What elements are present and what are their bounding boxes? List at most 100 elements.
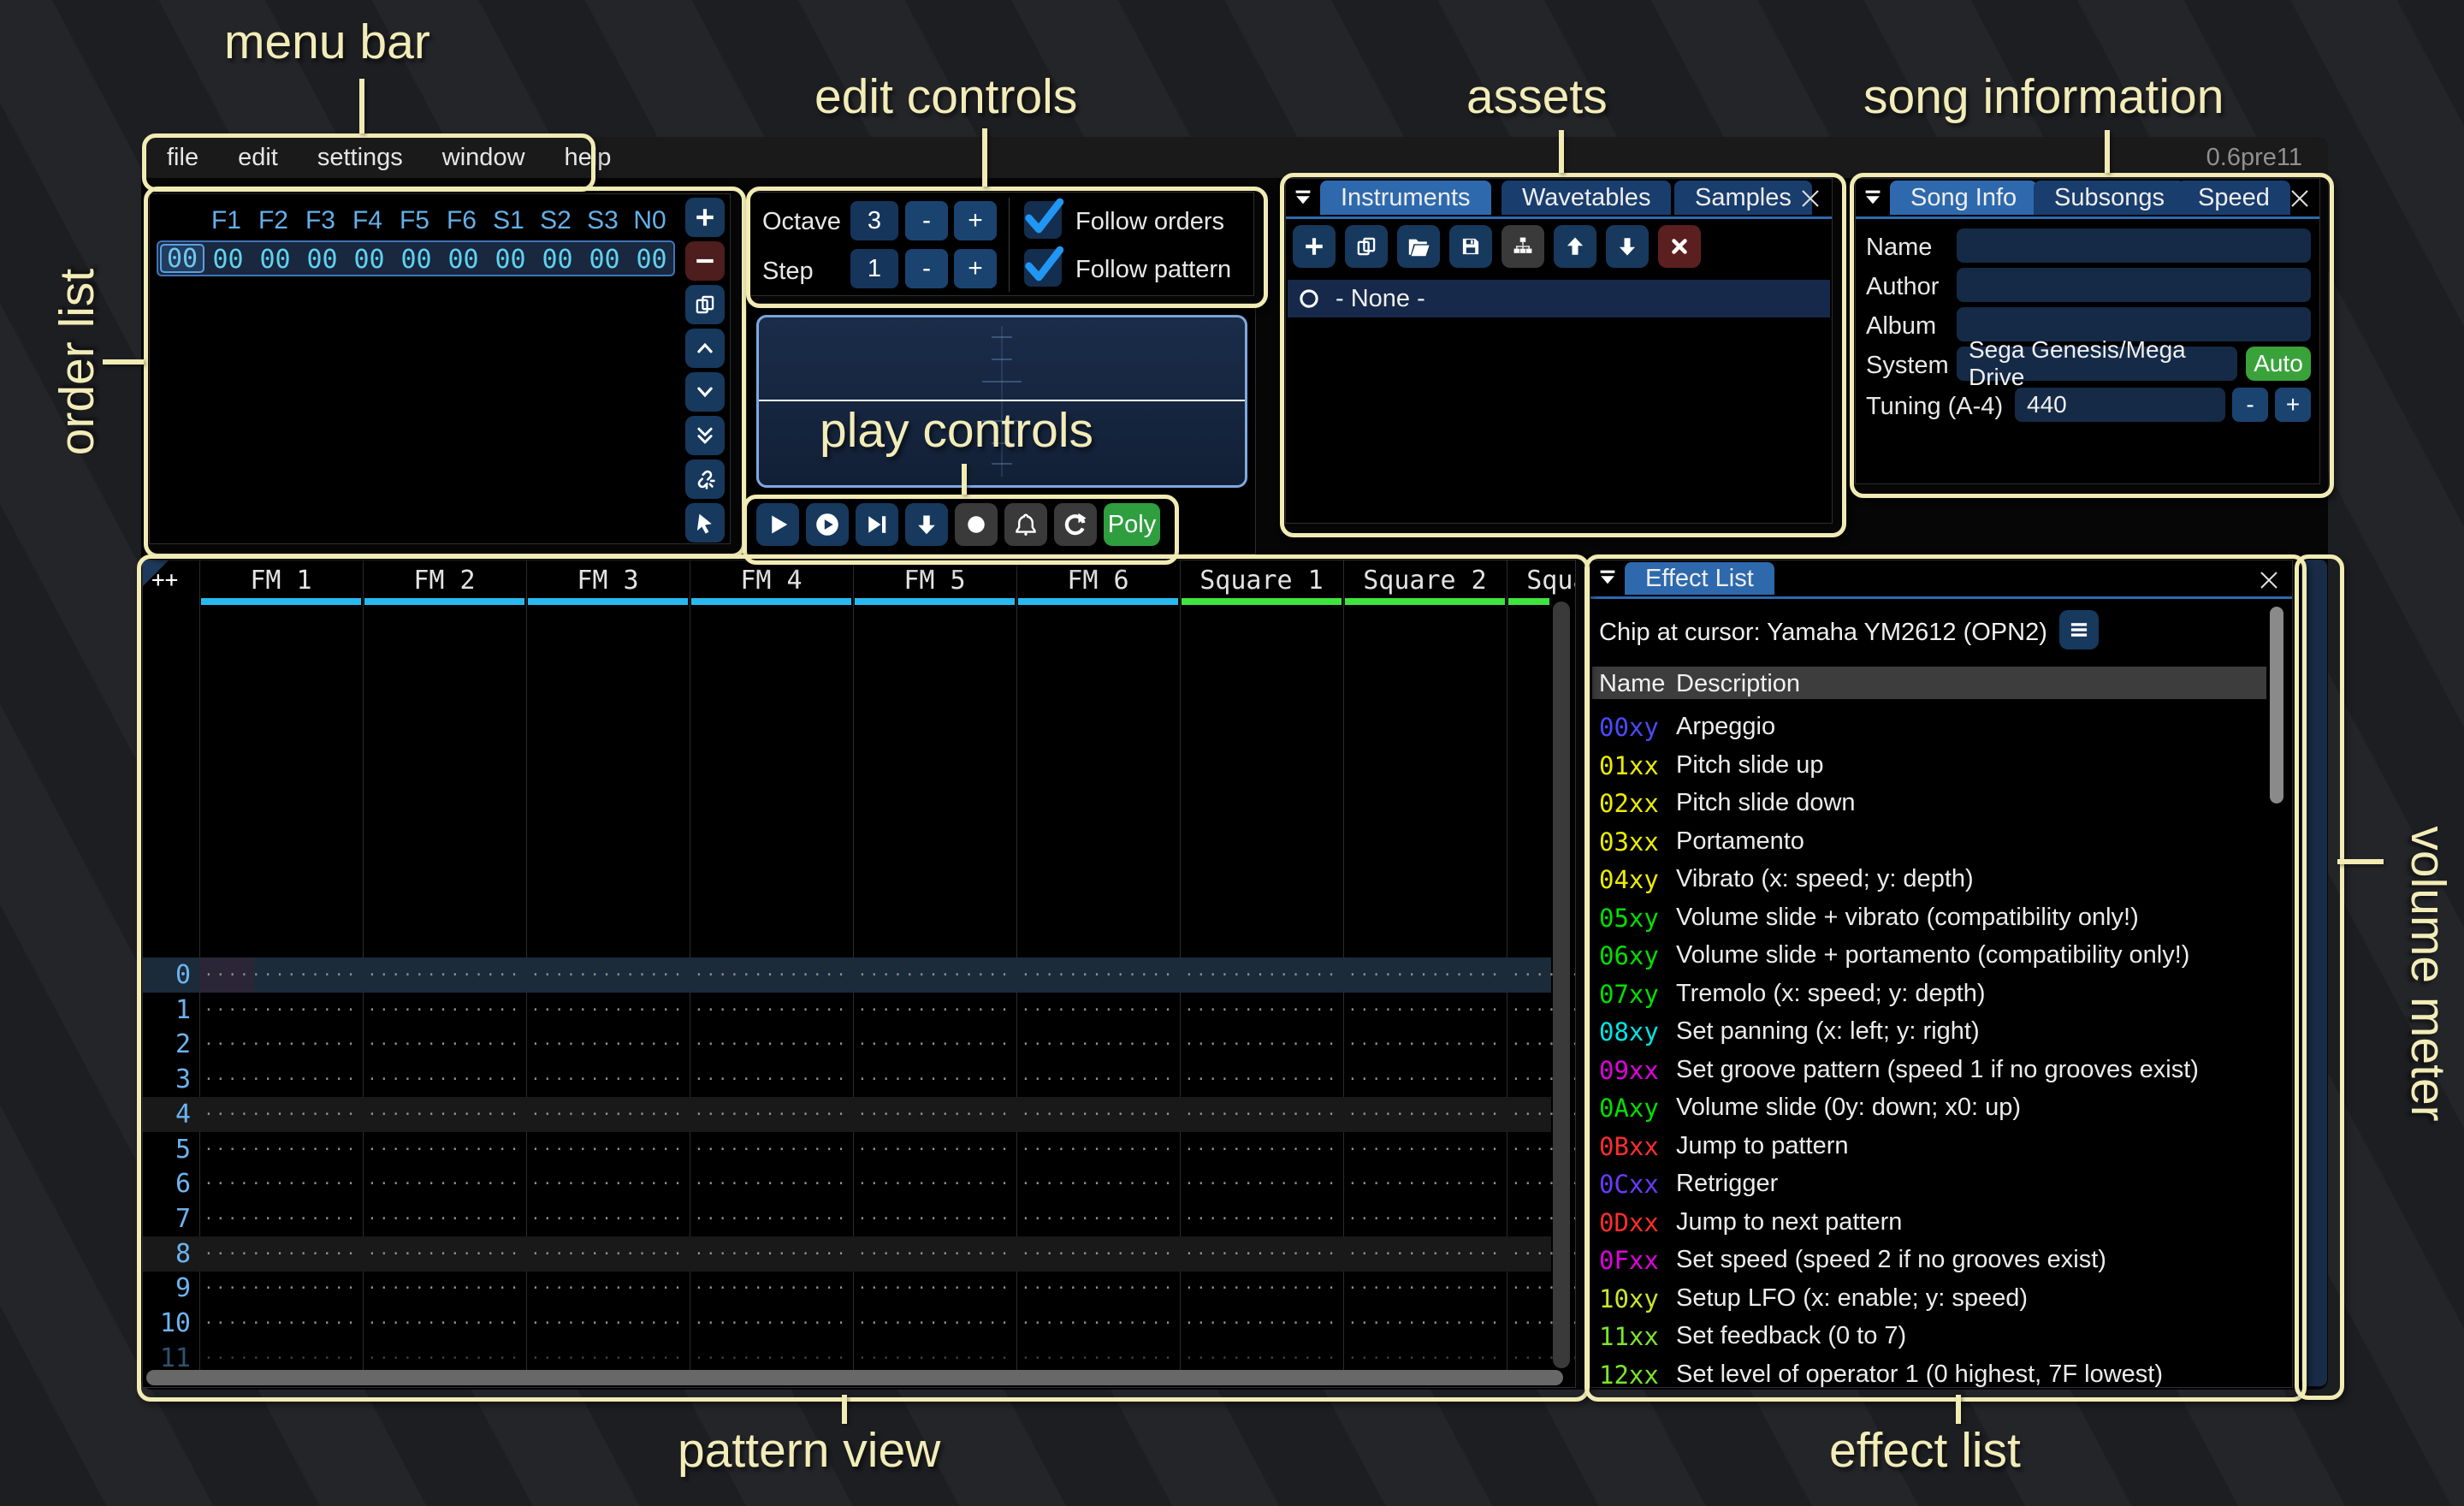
order-cell[interactable]: 00 (346, 245, 393, 275)
pattern-cell[interactable]: ············· (199, 1027, 363, 1062)
order-row-index[interactable]: 00 (160, 244, 204, 273)
pattern-cell[interactable]: ············· (853, 1271, 1016, 1306)
pattern-cell[interactable]: ············· (1016, 993, 1180, 1028)
pattern-cell[interactable]: ············· (526, 1201, 690, 1236)
tuning-minus-button[interactable]: - (2232, 388, 2268, 422)
pattern-cell[interactable]: ············· (1343, 993, 1507, 1028)
pattern-cell[interactable]: ············· (1180, 1236, 1343, 1272)
play-button[interactable] (756, 503, 799, 546)
pattern-cell[interactable]: ············· (690, 958, 853, 993)
channel-header[interactable]: FM 3 (526, 566, 690, 596)
collapse-icon[interactable] (1293, 187, 1313, 208)
pattern-cell[interactable]: ············· (363, 1132, 526, 1167)
channel-header[interactable]: Square 3 (1507, 566, 1576, 596)
step-minus-button[interactable]: - (905, 249, 948, 288)
pattern-cell[interactable]: ············· (853, 1097, 1016, 1132)
pattern-cell[interactable]: ············· (199, 1132, 363, 1167)
instrument-list-item[interactable]: - None - (1288, 280, 1830, 317)
metronome-button[interactable] (1004, 503, 1047, 546)
pattern-row[interactable]: 5·······································… (143, 1132, 1551, 1167)
tab-wavetables[interactable]: Wavetables (1502, 181, 1671, 215)
order-deep-clone-button[interactable] (685, 460, 725, 499)
pattern-cell[interactable]: ············· (690, 1097, 853, 1132)
tuning-plus-button[interactable]: + (2275, 388, 2311, 422)
channel-header[interactable]: FM 6 (1016, 566, 1180, 596)
pattern-cell[interactable]: ············· (1180, 1062, 1343, 1097)
pattern-cell[interactable]: ············· (1180, 1132, 1343, 1167)
pattern-cell[interactable]: ············· (526, 1236, 690, 1272)
author-field[interactable] (1957, 268, 2311, 302)
effect-list-scrollbar[interactable] (2270, 607, 2283, 803)
pattern-expand-control[interactable]: ++ (151, 567, 178, 593)
pattern-row[interactable]: 9·······································… (143, 1271, 1551, 1306)
pattern-cell[interactable]: ············· (1016, 1201, 1180, 1236)
order-row-selected[interactable]: 00 00 00 00 00 00 00 00 00 00 00 (157, 240, 675, 276)
pattern-row[interactable]: 8·······································… (143, 1236, 1551, 1272)
play-from-start-button[interactable] (806, 503, 849, 546)
pattern-cell[interactable]: ············· (363, 1166, 526, 1201)
pattern-cell[interactable]: ············· (199, 1062, 363, 1097)
pattern-cell[interactable]: ············· (690, 993, 853, 1028)
octave-plus-button[interactable]: + (954, 201, 997, 240)
pattern-cell[interactable]: ············· (690, 1201, 853, 1236)
pattern-horizontal-scrollbar[interactable] (146, 1370, 1563, 1385)
tab-song-info[interactable]: Song Info (1890, 181, 2037, 215)
pattern-cell[interactable]: ············· (690, 1306, 853, 1341)
menu-edit[interactable]: edit (238, 144, 278, 172)
octave-minus-button[interactable]: - (905, 201, 948, 240)
poly-button[interactable]: Poly (1104, 503, 1160, 546)
pattern-cell[interactable]: ············· (853, 1306, 1016, 1341)
step-value[interactable]: 1 (850, 249, 898, 288)
order-cell[interactable]: 00 (440, 245, 487, 275)
tab-effect-list[interactable]: Effect List (1625, 562, 1774, 595)
order-add-button[interactable] (685, 198, 725, 237)
instrument-add-button[interactable] (1293, 225, 1336, 268)
pattern-cell[interactable]: ············· (1016, 958, 1180, 993)
pattern-cell[interactable]: ············· (526, 1097, 690, 1132)
channel-header[interactable]: FM 2 (363, 566, 526, 596)
pattern-cell[interactable]: ············· (690, 1271, 853, 1306)
pattern-cell[interactable]: ············· (690, 1236, 853, 1272)
pattern-cell[interactable]: ············· (363, 1201, 526, 1236)
pattern-row[interactable]: 4·······································… (143, 1097, 1551, 1132)
menu-settings[interactable]: settings (317, 144, 403, 172)
pattern-cell[interactable]: ············· (526, 1166, 690, 1201)
pattern-cell[interactable]: ············· (1016, 1271, 1180, 1306)
pattern-cell[interactable]: ············· (1343, 1097, 1507, 1132)
pattern-cell[interactable]: ············· (526, 1132, 690, 1167)
pattern-cell[interactable]: ············· (199, 1236, 363, 1272)
order-cell[interactable]: 00 (299, 245, 346, 275)
pattern-cell[interactable]: ············· (526, 1306, 690, 1341)
order-move-down-button[interactable] (685, 372, 725, 412)
pattern-cell[interactable]: ············· (199, 1201, 363, 1236)
pattern-cell[interactable]: ············· (1180, 1306, 1343, 1341)
order-cell[interactable]: 00 (487, 245, 534, 275)
pattern-cell[interactable]: ············· (1016, 1097, 1180, 1132)
pattern-cell[interactable]: ············· (690, 1062, 853, 1097)
pattern-cell[interactable]: ············· (526, 993, 690, 1028)
repeat-button[interactable] (1054, 503, 1097, 546)
pattern-cell[interactable]: ············· (1016, 1236, 1180, 1272)
pattern-cell[interactable]: ············· (1180, 1027, 1343, 1062)
pattern-cell[interactable]: ············· (690, 1027, 853, 1062)
pattern-cell[interactable]: ············· (853, 1236, 1016, 1272)
pattern-cell[interactable]: ············· (1180, 958, 1343, 993)
pattern-cell[interactable]: ············· (199, 1306, 363, 1341)
tab-subsongs[interactable]: Subsongs (2034, 181, 2185, 215)
pattern-cell[interactable]: ············· (1016, 1027, 1180, 1062)
pattern-cell[interactable]: ············· (1016, 1166, 1180, 1201)
pattern-row[interactable]: 2·······································… (143, 1027, 1551, 1062)
pattern-cell[interactable]: ············· (853, 1201, 1016, 1236)
pattern-cell[interactable]: ············· (1180, 1271, 1343, 1306)
pattern-cell[interactable]: ············· (526, 1062, 690, 1097)
order-duplicate-button[interactable] (685, 285, 725, 324)
pattern-cell[interactable]: ············· (1343, 1201, 1507, 1236)
pattern-cell[interactable]: ············· (1343, 1271, 1507, 1306)
record-button[interactable] (955, 503, 998, 546)
collapse-icon[interactable] (1597, 567, 1618, 588)
order-cell[interactable]: 00 (393, 245, 440, 275)
order-cell[interactable]: 00 (581, 245, 628, 275)
pattern-cell[interactable]: ············· (1180, 1097, 1343, 1132)
order-cell[interactable]: 00 (534, 245, 581, 275)
order-select-button[interactable] (685, 503, 725, 543)
